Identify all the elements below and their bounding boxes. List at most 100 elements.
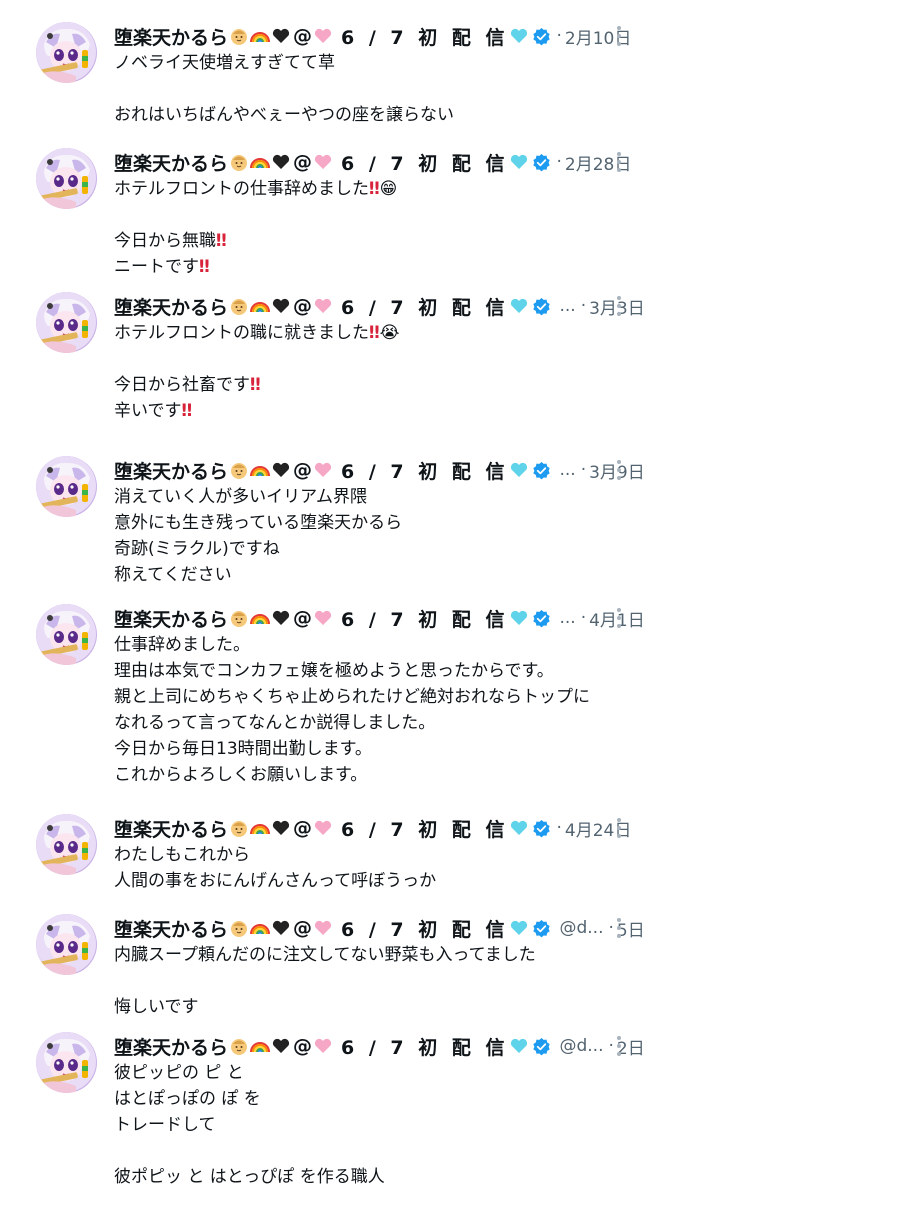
more-options-icon[interactable] [612,814,626,842]
at-symbol: @ [293,817,313,839]
at-symbol: @ [293,459,313,481]
display-name[interactable]: 堕楽天かるら [114,457,228,484]
avatar[interactable] [36,1032,97,1093]
more-options-icon[interactable] [612,148,626,176]
more-options-icon[interactable] [612,604,626,632]
pink-heart-emoji-icon [313,608,333,628]
at-symbol: @ [293,295,313,317]
live-stream-label: 6 / 7 初 配 信 [341,818,509,841]
tweet-header: 堕楽天かるら @ 6 / 7 初 配 信 @d... · 2日 [114,1032,645,1060]
display-name[interactable]: 堕楽天かるら [114,149,228,176]
verified-badge-icon[interactable] [532,819,551,838]
verified-badge-icon[interactable] [532,609,551,628]
more-options-icon[interactable] [612,456,626,484]
handle[interactable]: ... [559,460,575,480]
verified-badge-icon[interactable] [532,919,551,938]
avatar-illustration [36,814,96,875]
black-heart-emoji-icon [271,296,291,316]
tweet-header: 堕楽天かるら @ 6 / 7 初 配 信 · 2月28日 [114,148,631,176]
rainbow-emoji-icon [250,918,271,938]
light-blue-heart-emoji-icon [509,608,529,628]
live-stream-label: 6 / 7 初 配 信 [341,152,509,175]
verified-badge-icon[interactable] [532,153,551,172]
tweet-text: 仕事辞めました。 理由は本気でコンカフェ嬢を極めようと思ったからです。 親と上司… [114,635,590,785]
separator-dot: · [556,818,562,838]
tweet-header: 堕楽天かるら @ 6 / 7 初 配 信 · 4月24日 [114,814,631,842]
light-blue-heart-emoji-icon [509,460,529,480]
avatar[interactable] [36,148,97,209]
rainbow-emoji-icon [250,152,271,172]
display-name[interactable]: 堕楽天かるら [114,293,228,320]
baby-face-emoji-icon [229,26,249,46]
tweet-text: ホテルフロントの職に就きました‼😭 今日から社畜です‼ 辛いです‼ [114,323,400,421]
live-stream-label: 6 / 7 初 配 信 [341,460,509,483]
rainbow-emoji-icon [250,1036,271,1056]
pink-heart-emoji-icon [313,460,333,480]
double-exclamation-emoji-icon: ‼ [369,323,380,343]
verified-badge-icon[interactable] [532,1037,551,1056]
pink-heart-emoji-icon [313,296,333,316]
tweet-header: 堕楽天かるら @ 6 / 7 初 配 信 ... · 4月1日 [114,604,645,632]
avatar-illustration [36,914,96,975]
verified-badge-icon[interactable] [532,27,551,46]
display-name[interactable]: 堕楽天かるら [114,815,228,842]
black-heart-emoji-icon [271,1036,291,1056]
avatar[interactable] [36,814,97,875]
at-symbol: @ [293,1035,313,1057]
double-exclamation-emoji-icon: ‼ [199,257,210,277]
black-heart-emoji-icon [271,152,291,172]
separator-dot: · [556,26,562,46]
more-options-icon[interactable] [612,22,626,50]
verified-badge-icon[interactable] [532,461,551,480]
rainbow-emoji-icon [250,296,271,316]
baby-face-emoji-icon [229,918,249,938]
tweet-header: 堕楽天かるら @ 6 / 7 初 配 信 ... · 3月9日 [114,456,645,484]
black-heart-emoji-icon [271,918,291,938]
at-symbol: @ [293,151,313,173]
separator-dot: · [580,296,587,316]
at-symbol: @ [293,607,313,629]
display-name[interactable]: 堕楽天かるら [114,23,228,50]
black-heart-emoji-icon [271,26,291,46]
avatar-illustration [36,1032,96,1093]
separator-dot: · [580,460,587,480]
tweet-text: ノベライ天使増えすぎてて草 おれはいちばんやべぇーやつの座を譲らない [114,53,454,125]
handle[interactable]: @d... [559,918,603,938]
rainbow-emoji-icon [250,818,271,838]
tweet-5[interactable]: 堕楽天かるら @ 6 / 7 初 配 信 ... · 4月1日 仕事辞めました。… [0,604,900,804]
verified-badge-icon[interactable] [532,297,551,316]
baby-face-emoji-icon [229,818,249,838]
more-options-icon[interactable] [612,292,626,320]
display-name[interactable]: 堕楽天かるら [114,915,228,942]
pink-heart-emoji-icon [313,26,333,46]
tweet-text: 彼ピッピの ピ と はとぽっぽの ぽ を トレードして 彼ポピッ と はとっぴぽ… [114,1063,385,1187]
avatar[interactable] [36,604,97,665]
avatar-illustration [36,292,96,353]
more-options-icon[interactable] [612,1032,626,1060]
light-blue-heart-emoji-icon [509,918,529,938]
more-options-icon[interactable] [612,914,626,942]
handle[interactable]: ... [559,296,575,316]
handle[interactable]: @d... [559,1036,603,1056]
pink-heart-emoji-icon [313,918,333,938]
tweet-text: 消えていく人が多いイリアム界隈 意外にも生き残っている堕楽天かるら 奇跡(ミラク… [114,487,403,585]
display-name[interactable]: 堕楽天かるら [114,605,228,632]
at-symbol: @ [293,25,313,47]
avatar-illustration [36,148,96,209]
baby-face-emoji-icon [229,296,249,316]
tweet-header: 堕楽天かるら @ 6 / 7 初 配 信 @d... · 5日 [114,914,645,942]
display-name[interactable]: 堕楽天かるら [114,1033,228,1060]
avatar[interactable] [36,22,97,83]
handle[interactable]: ... [559,608,575,628]
avatar[interactable] [36,292,97,353]
avatar[interactable] [36,456,97,517]
baby-face-emoji-icon [229,460,249,480]
tweet-feed: 堕楽天かるら @ 6 / 7 初 配 信 · 2月10日 ノベライ天使増えすぎて… [0,0,900,1200]
pink-heart-emoji-icon [313,1036,333,1056]
tweet-header: 堕楽天かるら @ 6 / 7 初 配 信 ... · 3月3日 [114,292,645,320]
baby-face-emoji-icon [229,1036,249,1056]
tweet-8[interactable]: 堕楽天かるら @ 6 / 7 初 配 信 @d... · 2日 彼ピッピの ピ … [0,1032,900,1232]
baby-face-emoji-icon [229,608,249,628]
avatar[interactable] [36,914,97,975]
separator-dot: · [580,608,587,628]
